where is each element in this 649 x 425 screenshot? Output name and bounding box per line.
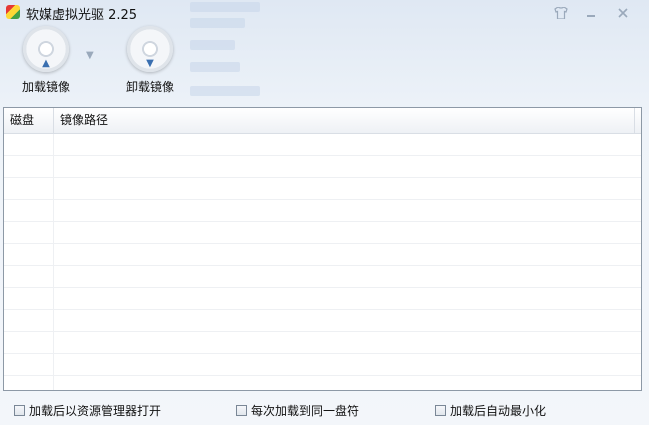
open-in-explorer-checkbox[interactable]: 加载后以资源管理器打开	[14, 402, 161, 419]
cell-drive	[4, 310, 54, 331]
checkbox-box[interactable]	[236, 405, 247, 416]
mount-image-button[interactable]: ▲ 加载镜像	[1, 26, 91, 95]
cell-image-path	[54, 222, 641, 243]
arrow-down-icon: ▼	[146, 58, 154, 69]
cell-drive	[4, 200, 54, 221]
table-body	[4, 134, 641, 390]
table-row[interactable]	[4, 178, 641, 200]
cell-drive	[4, 244, 54, 265]
table-row[interactable]	[4, 222, 641, 244]
cell-image-path	[54, 310, 641, 331]
disc-icon: ▼	[127, 26, 173, 72]
cell-drive	[4, 288, 54, 309]
cell-drive	[4, 266, 54, 287]
table-row[interactable]	[4, 244, 641, 266]
cell-drive	[4, 354, 54, 375]
checkbox-box[interactable]	[14, 405, 25, 416]
column-header-spacer	[635, 108, 641, 133]
arrow-up-icon: ▲	[42, 58, 50, 69]
table-row[interactable]	[4, 332, 641, 354]
table-row[interactable]	[4, 266, 641, 288]
cell-image-path	[54, 134, 641, 155]
app-logo-icon	[6, 5, 20, 19]
unmount-image-button[interactable]: ▼ 卸载镜像	[105, 26, 195, 95]
title-bar: 软媒虚拟光驱 2.25	[0, 0, 649, 26]
minimize-icon[interactable]	[580, 3, 602, 23]
cell-drive	[4, 178, 54, 199]
cell-drive	[4, 156, 54, 177]
table-row[interactable]	[4, 354, 641, 376]
chevron-down-icon[interactable]: ▼	[86, 50, 94, 61]
close-icon[interactable]	[612, 3, 634, 23]
checkbox-label: 加载后自动最小化	[450, 404, 547, 418]
cell-image-path	[54, 156, 641, 177]
table-row[interactable]	[4, 134, 641, 156]
column-header-image-path[interactable]: 镜像路径	[54, 108, 635, 133]
auto-minimize-checkbox[interactable]: 加载后自动最小化	[435, 402, 546, 419]
shirt-icon[interactable]	[550, 3, 572, 23]
image-list-table[interactable]: 磁盘 镜像路径	[3, 107, 642, 391]
toolbar: ▲ 加载镜像 ▼ ▼ 卸载镜像	[0, 26, 649, 106]
cell-image-path	[54, 288, 641, 309]
checkbox-label: 加载后以资源管理器打开	[29, 404, 162, 418]
mount-image-label: 加载镜像	[21, 80, 70, 94]
table-row[interactable]	[4, 156, 641, 178]
cell-image-path	[54, 178, 641, 199]
options-bar: 加载后以资源管理器打开 每次加载到同一盘符 加载后自动最小化	[0, 398, 649, 422]
checkbox-box[interactable]	[435, 405, 446, 416]
cell-drive	[4, 222, 54, 243]
table-row[interactable]	[4, 200, 641, 222]
table-header: 磁盘 镜像路径	[4, 108, 641, 134]
same-drive-letter-checkbox[interactable]: 每次加载到同一盘符	[236, 402, 359, 419]
cell-drive	[4, 376, 54, 390]
unmount-image-label: 卸载镜像	[125, 80, 174, 94]
cell-image-path	[54, 244, 641, 265]
cell-image-path	[54, 376, 641, 390]
cell-image-path	[54, 332, 641, 353]
checkbox-label: 每次加载到同一盘符	[251, 404, 360, 418]
cell-image-path	[54, 266, 641, 287]
window-title: 软媒虚拟光驱 2.25	[26, 8, 138, 23]
cell-image-path	[54, 354, 641, 375]
cell-image-path	[54, 200, 641, 221]
table-row[interactable]	[4, 376, 641, 390]
table-row[interactable]	[4, 310, 641, 332]
cell-drive	[4, 134, 54, 155]
column-header-drive[interactable]: 磁盘	[4, 108, 54, 133]
cell-drive	[4, 332, 54, 353]
disc-icon: ▲	[23, 26, 69, 72]
table-row[interactable]	[4, 288, 641, 310]
